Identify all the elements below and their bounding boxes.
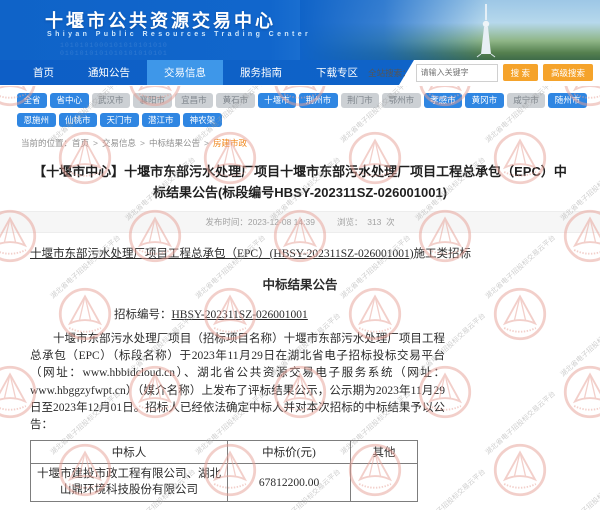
table-body: 十堰市建投市政工程有限公司、湖北山鼎环境科技股份有限公司67812200.00 — [31, 464, 418, 502]
page-title: 【十堰市中心】十堰市东部污水处理厂项目十堰市东部污水处理厂项目工程总承包（EPC… — [28, 161, 572, 204]
publish-time: 发布时间：2023-12-08 14:39 — [205, 216, 315, 228]
nav-tab-服务指南[interactable]: 服务指南 — [223, 60, 299, 85]
doc-title-underlined: 十堰市东部污水处理厂项目工程总承包（EPC）(HBSY-202311SZ-026… — [30, 248, 414, 260]
region-button-黄冈市[interactable]: 黄冈市 — [465, 93, 504, 108]
region-button-随州市[interactable]: 随州市 — [548, 93, 587, 108]
tv-tower-icon — [475, 2, 497, 58]
table-cell-price: 67812200.00 — [228, 464, 351, 502]
page: 十堰市公共资源交易中心 Shiyan Public Resources Trad… — [0, 0, 600, 510]
region-button-襄阳市[interactable]: 襄阳市 — [133, 93, 172, 108]
table-header-cell: 中标人 — [31, 441, 228, 464]
breadcrumb-separator: > — [204, 138, 209, 148]
article-meta: 发布时间：2023-12-08 14:39 浏览： 313 次 — [0, 211, 600, 233]
breadcrumb: 当前的位置：首页 > 交易信息 > 中标结果公告 > 房建市政 — [0, 133, 600, 152]
region-button-荆州市[interactable]: 荆州市 — [299, 93, 338, 108]
region-button-神农架[interactable]: 神农架 — [183, 113, 222, 128]
region-button-荆门市[interactable]: 荆门市 — [341, 93, 380, 108]
breadcrumb-separator: > — [140, 138, 145, 148]
region-button-鄂州市[interactable]: 鄂州市 — [382, 93, 421, 108]
region-button-全省[interactable]: 全省 — [17, 93, 47, 108]
region-filter-bar: 全省省中心武汉市襄阳市宜昌市黄石市十堰市荆州市荆门市鄂州市孝感市黄冈市咸宁市随州… — [0, 85, 600, 133]
region-button-省中心[interactable]: 省中心 — [50, 93, 89, 108]
doc-title-line: 十堰市东部污水处理厂项目工程总承包（EPC）(HBSY-202311SZ-026… — [30, 245, 570, 261]
region-button-孝感市[interactable]: 孝感市 — [424, 93, 463, 108]
breadcrumb-current: 房建市政 — [213, 138, 247, 148]
table-header-cell: 其他 — [351, 441, 418, 464]
doc-heading: 中标结果公告 — [30, 274, 570, 293]
nav-tab-首页[interactable]: 首页 — [16, 60, 71, 85]
doc-title-suffix: 施工类招标 — [414, 248, 472, 260]
binary-decoration: 1010101000101010101010 01010101010101010… — [60, 42, 168, 58]
nav-tab-下载专区[interactable]: 下载专区 — [299, 60, 375, 85]
region-button-潜江市[interactable]: 潜江市 — [142, 113, 181, 128]
region-button-咸宁市[interactable]: 咸宁市 — [507, 93, 546, 108]
bid-number-line: 招标编号：HBSY-202311SZ-026001001 — [30, 306, 570, 322]
nav-tab-通知公告[interactable]: 通知公告 — [71, 60, 147, 85]
region-button-十堰市[interactable]: 十堰市 — [258, 93, 297, 108]
site-header: 十堰市公共资源交易中心 Shiyan Public Resources Trad… — [0, 0, 600, 60]
region-button-恩施州[interactable]: 恩施州 — [17, 113, 56, 128]
bid-number: HBSY-202311SZ-026001001 — [172, 309, 308, 321]
breadcrumb-item-交易信息[interactable]: 交易信息 — [102, 138, 136, 148]
nav-tab-交易信息[interactable]: 交易信息 — [147, 60, 223, 85]
breadcrumb-separator: > — [93, 138, 98, 148]
site-subtitle: Shiyan Public Resources Trading Center — [47, 31, 311, 38]
search-label: 全站搜索： — [368, 67, 411, 79]
region-button-武汉市[interactable]: 武汉市 — [92, 93, 131, 108]
main-navbar: 首页通知公告交易信息服务指南下载专区 全站搜索： 搜 索 高级搜索 — [0, 60, 600, 85]
breadcrumb-item-中标结果公告[interactable]: 中标结果公告 — [149, 138, 200, 148]
announcement-paragraph: 十堰市东部污水处理厂项目（招标项目名称）十堰市东部污水处理厂项目工程总承包（EP… — [30, 331, 445, 435]
document-body: 十堰市东部污水处理厂项目工程总承包（EPC）(HBSY-202311SZ-026… — [30, 245, 570, 510]
header-photo-fade — [300, 0, 600, 60]
region-button-黄石市[interactable]: 黄石市 — [216, 93, 255, 108]
table-header-row: 中标人中标价(元)其他 — [31, 441, 418, 464]
advanced-search-button[interactable]: 高级搜索 — [543, 64, 593, 81]
table-cell-other — [351, 464, 418, 502]
region-button-仙桃市[interactable]: 仙桃市 — [59, 113, 98, 128]
breadcrumb-prefix: 当前的位置： — [21, 138, 72, 148]
bid-result-table: 中标人中标价(元)其他 十堰市建投市政工程有限公司、湖北山鼎环境科技股份有限公司… — [30, 440, 418, 502]
region-button-天门市[interactable]: 天门市 — [100, 113, 139, 128]
bid-number-label: 招标编号： — [114, 309, 172, 321]
table-cell-winner: 十堰市建投市政工程有限公司、湖北山鼎环境科技股份有限公司 — [31, 464, 228, 502]
table-row: 十堰市建投市政工程有限公司、湖北山鼎环境科技股份有限公司67812200.00 — [31, 464, 418, 502]
table-header-cell: 中标价(元) — [228, 441, 351, 464]
view-count: 浏览： 313 次 — [337, 216, 395, 228]
search-input[interactable] — [416, 64, 498, 82]
site-title: 十堰市公共资源交易中心 — [45, 7, 276, 33]
search-button[interactable]: 搜 索 — [503, 64, 538, 81]
breadcrumb-item-首页[interactable]: 首页 — [72, 138, 89, 148]
region-button-宜昌市[interactable]: 宜昌市 — [175, 93, 214, 108]
site-search: 全站搜索： 搜 索 高级搜索 — [368, 60, 600, 85]
